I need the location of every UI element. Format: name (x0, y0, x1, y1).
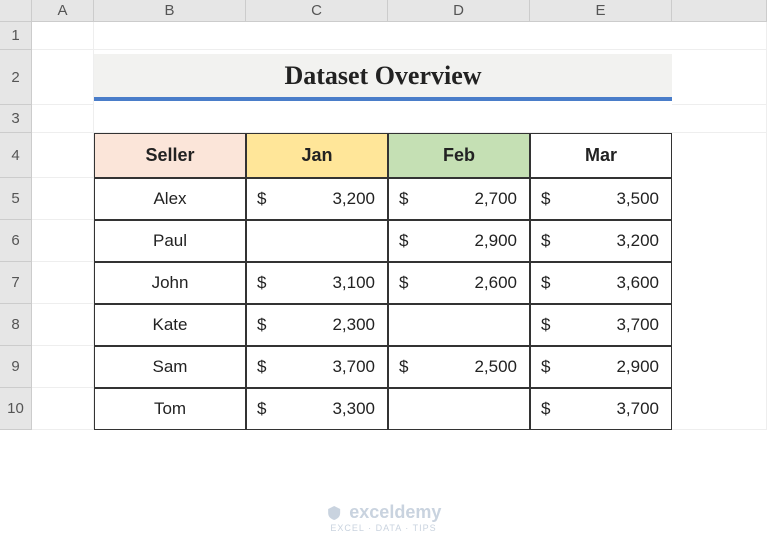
cell-jan[interactable] (246, 220, 388, 262)
amount-value: 3,600 (616, 273, 659, 293)
cell-A5[interactable] (32, 178, 94, 220)
cell-jan[interactable]: $3,200 (246, 178, 388, 220)
currency-symbol: $ (541, 273, 550, 293)
cell-A6[interactable] (32, 220, 94, 262)
col-header-A[interactable]: A (32, 0, 94, 22)
cell-mar[interactable]: $3,200 (530, 220, 672, 262)
currency-symbol: $ (399, 189, 408, 209)
currency-symbol: $ (257, 273, 266, 293)
header-seller[interactable]: Seller (94, 133, 246, 178)
currency-symbol: $ (541, 189, 550, 209)
currency-symbol: $ (257, 399, 266, 419)
cell-feb[interactable]: $2,900 (388, 220, 530, 262)
row-header-6[interactable]: 6 (0, 220, 32, 262)
page-title: Dataset Overview (94, 54, 672, 101)
cell-A7[interactable] (32, 262, 94, 304)
amount-value: 2,600 (474, 273, 517, 293)
currency-symbol: $ (257, 357, 266, 377)
cell-A8[interactable] (32, 304, 94, 346)
watermark: exceldemy EXCEL · DATA · TIPS (326, 503, 442, 534)
amount-value: 2,300 (332, 315, 375, 335)
cell-row3[interactable] (94, 105, 767, 133)
header-feb[interactable]: Feb (388, 133, 530, 178)
row-header-8[interactable]: 8 (0, 304, 32, 346)
col-header-D[interactable]: D (388, 0, 530, 22)
cell-feb[interactable] (388, 388, 530, 430)
col-header-extra[interactable] (672, 0, 767, 22)
col-header-B[interactable]: B (94, 0, 246, 22)
currency-symbol: $ (257, 315, 266, 335)
amount-value: 3,200 (616, 231, 659, 251)
cell-jan[interactable]: $2,300 (246, 304, 388, 346)
col-header-E[interactable]: E (530, 0, 672, 22)
amount-value: 2,900 (474, 231, 517, 251)
header-jan[interactable]: Jan (246, 133, 388, 178)
row-header-4[interactable]: 4 (0, 133, 32, 178)
cell-mar[interactable]: $2,900 (530, 346, 672, 388)
watermark-tagline: EXCEL · DATA · TIPS (326, 524, 442, 534)
cell-row1[interactable] (94, 22, 767, 50)
watermark-brand: exceldemy (349, 502, 441, 522)
cell-mar[interactable]: $3,600 (530, 262, 672, 304)
header-mar[interactable]: Mar (530, 133, 672, 178)
cell-seller[interactable]: Alex (94, 178, 246, 220)
amount-value: 3,200 (332, 189, 375, 209)
cell-A3[interactable] (32, 105, 94, 133)
amount-value: 3,700 (616, 399, 659, 419)
cell-jan[interactable]: $3,700 (246, 346, 388, 388)
currency-symbol: $ (399, 357, 408, 377)
cell-seller[interactable]: Kate (94, 304, 246, 346)
row-header-2[interactable]: 2 (0, 50, 32, 105)
cell-mar[interactable]: $3,700 (530, 388, 672, 430)
row-header-9[interactable]: 9 (0, 346, 32, 388)
currency-symbol: $ (399, 231, 408, 251)
cell-seller[interactable]: John (94, 262, 246, 304)
data-table: Seller Jan Feb Mar Alex$3,200$2,700$3,50… (94, 133, 672, 430)
amount-value: 3,700 (332, 357, 375, 377)
currency-symbol: $ (257, 189, 266, 209)
currency-symbol: $ (541, 399, 550, 419)
cell-mar[interactable]: $3,500 (530, 178, 672, 220)
cell-A1[interactable] (32, 22, 94, 50)
row-header-10[interactable]: 10 (0, 388, 32, 430)
cell-rows-extra[interactable] (672, 133, 767, 430)
row-header-3[interactable]: 3 (0, 105, 32, 133)
cell-jan[interactable]: $3,100 (246, 262, 388, 304)
amount-value: 3,100 (332, 273, 375, 293)
corner-select-all[interactable] (0, 0, 32, 22)
row-header-7[interactable]: 7 (0, 262, 32, 304)
cell-mar[interactable]: $3,700 (530, 304, 672, 346)
cell-seller[interactable]: Tom (94, 388, 246, 430)
cell-feb[interactable] (388, 304, 530, 346)
cell-feb[interactable]: $2,700 (388, 178, 530, 220)
currency-symbol: $ (399, 273, 408, 293)
col-header-C[interactable]: C (246, 0, 388, 22)
cell-seller[interactable]: Sam (94, 346, 246, 388)
amount-value: 3,300 (332, 399, 375, 419)
cell-feb[interactable]: $2,600 (388, 262, 530, 304)
currency-symbol: $ (541, 315, 550, 335)
row-header-1[interactable]: 1 (0, 22, 32, 50)
cell-row2-extra[interactable] (672, 50, 767, 105)
spreadsheet-grid: A B C D E 1 2 Dataset Overview 3 4 Selle… (0, 0, 767, 430)
currency-symbol: $ (541, 357, 550, 377)
amount-value: 3,700 (616, 315, 659, 335)
cell-A9[interactable] (32, 346, 94, 388)
cell-jan[interactable]: $3,300 (246, 388, 388, 430)
currency-symbol: $ (541, 231, 550, 251)
cell-seller[interactable]: Paul (94, 220, 246, 262)
cell-A10[interactable] (32, 388, 94, 430)
cell-A2[interactable] (32, 50, 94, 105)
amount-value: 3,500 (616, 189, 659, 209)
amount-value: 2,900 (616, 357, 659, 377)
row-header-5[interactable]: 5 (0, 178, 32, 220)
cell-feb[interactable]: $2,500 (388, 346, 530, 388)
amount-value: 2,500 (474, 357, 517, 377)
cell-A4[interactable] (32, 133, 94, 178)
watermark-icon (326, 505, 342, 524)
amount-value: 2,700 (474, 189, 517, 209)
